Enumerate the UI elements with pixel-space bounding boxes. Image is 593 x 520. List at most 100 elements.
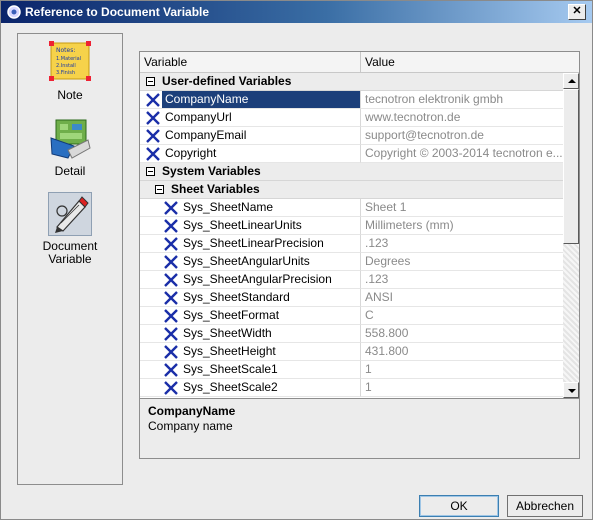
variable-x-icon <box>164 255 178 269</box>
sidebar-item-label: Detail <box>54 164 86 178</box>
column-header-value[interactable]: Value <box>361 52 579 72</box>
scroll-down-button[interactable] <box>563 382 579 398</box>
table-row[interactable]: Sys_SheetAngularPrecision .123 <box>140 271 563 289</box>
title-bar[interactable]: Reference to Document Variable ✕ <box>1 1 592 23</box>
variable-x-icon <box>146 93 160 107</box>
variable-cell[interactable]: Sys_SheetScale2 <box>140 379 361 397</box>
arrow-up-icon <box>568 79 576 83</box>
value-cell[interactable]: tecnotron elektronik gmbh <box>361 91 563 109</box>
table-row[interactable]: Sys_SheetStandard ANSI <box>140 289 563 307</box>
variable-x-icon <box>146 147 160 161</box>
variable-name: Sys_SheetLinearPrecision <box>183 236 324 250</box>
document-variable-icon <box>48 192 92 236</box>
table-row[interactable]: Sys_SheetWidth 558.800 <box>140 325 563 343</box>
variable-cell[interactable]: Sys_SheetHeight <box>140 343 361 361</box>
table-row[interactable]: CompanyEmail support@tecnotron.de <box>140 127 563 145</box>
collapse-icon[interactable] <box>146 77 155 86</box>
variable-cell[interactable]: Sys_SheetFormat <box>140 307 361 325</box>
table-row[interactable]: Copyright Copyright © 2003-2014 tecnotro… <box>140 145 563 163</box>
sidebar-item-detail[interactable]: Detail <box>18 116 122 178</box>
table-row[interactable]: Sys_SheetScale2 1 <box>140 379 563 397</box>
variable-cell[interactable]: Sys_SheetLinearUnits <box>140 217 361 235</box>
scroll-up-button[interactable] <box>563 73 579 89</box>
table-row[interactable]: CompanyUrl www.tecnotron.de <box>140 109 563 127</box>
table-row[interactable]: Sys_SheetHeight 431.800 <box>140 343 563 361</box>
value-cell[interactable]: Sheet 1 <box>361 199 563 217</box>
table-row[interactable]: Sys_SheetFormat C <box>140 307 563 325</box>
table-row[interactable]: Sys_SheetLinearUnits Millimeters (mm) <box>140 217 563 235</box>
value-cell[interactable]: Copyright © 2003-2014 tecnotron e... <box>361 145 563 163</box>
cancel-button[interactable]: Abbrechen <box>507 495 583 517</box>
description-text: Company name <box>148 419 233 433</box>
variable-name: Sys_SheetLinearUnits <box>183 218 302 232</box>
table-body: User-defined Variables CompanyName tecno… <box>140 73 563 398</box>
variable-cell[interactable]: CompanyName <box>140 91 361 109</box>
table-row[interactable]: Sys_SheetAngularUnits Degrees <box>140 253 563 271</box>
note-icon-text-4: 3.Finish <box>56 70 75 76</box>
window-title: Reference to Document Variable <box>25 5 210 19</box>
collapse-icon[interactable] <box>155 185 164 194</box>
group-label: Sheet Variables <box>171 182 260 196</box>
variable-cell[interactable]: Sys_SheetLinearPrecision <box>140 235 361 253</box>
variable-name: Sys_SheetScale1 <box>183 362 278 376</box>
value-cell[interactable]: 431.800 <box>361 343 563 361</box>
variable-x-icon <box>164 309 178 323</box>
variable-x-icon <box>164 363 178 377</box>
value-cell[interactable]: Degrees <box>361 253 563 271</box>
vertical-scrollbar[interactable] <box>563 73 579 398</box>
description-title: CompanyName <box>148 404 236 418</box>
scroll-thumb[interactable] <box>563 89 579 244</box>
variable-x-icon <box>164 381 178 395</box>
close-button[interactable]: ✕ <box>568 4 586 20</box>
sidebar-item-label: Document Variable <box>42 239 98 266</box>
category-sidebar: Notes: 1.Material 2.Install 3.Finish Not… <box>17 33 123 485</box>
value-cell[interactable]: www.tecnotron.de <box>361 109 563 127</box>
ok-button[interactable]: OK <box>419 495 499 517</box>
variable-cell[interactable]: Sys_SheetAngularPrecision <box>140 271 361 289</box>
table-row[interactable]: CompanyName tecnotron elektronik gmbh <box>140 91 563 109</box>
group-row-sheet[interactable]: Sheet Variables <box>140 181 563 199</box>
gear-icon <box>7 5 21 19</box>
variable-name: CompanyName <box>165 92 249 106</box>
table-row[interactable]: Sys_SheetLinearPrecision .123 <box>140 235 563 253</box>
variable-x-icon <box>164 345 178 359</box>
value-cell[interactable]: ANSI <box>361 289 563 307</box>
variable-cell[interactable]: CompanyEmail <box>140 127 361 145</box>
variable-cell[interactable]: Sys_SheetAngularUnits <box>140 253 361 271</box>
value-cell[interactable]: 1 <box>361 379 563 397</box>
value-cell[interactable]: 558.800 <box>361 325 563 343</box>
variable-name: Sys_SheetHeight <box>183 344 276 358</box>
variable-x-icon <box>146 129 160 143</box>
variable-x-icon <box>164 237 178 251</box>
variable-cell[interactable]: CompanyUrl <box>140 109 361 127</box>
value-cell[interactable]: 1 <box>361 361 563 379</box>
sidebar-item-label: Note <box>57 88 83 102</box>
variable-cell[interactable]: Sys_SheetName <box>140 199 361 217</box>
value-cell[interactable]: support@tecnotron.de <box>361 127 563 145</box>
value-cell[interactable]: Millimeters (mm) <box>361 217 563 235</box>
variable-name: Sys_SheetStandard <box>183 290 290 304</box>
sidebar-item-note[interactable]: Notes: 1.Material 2.Install 3.Finish Not… <box>18 40 122 102</box>
group-label: System Variables <box>162 164 261 178</box>
table-row[interactable]: Sys_SheetName Sheet 1 <box>140 199 563 217</box>
variable-name: Sys_SheetAngularPrecision <box>183 272 332 286</box>
column-header-variable[interactable]: Variable <box>140 52 361 72</box>
table-row[interactable]: Sys_SheetScale1 1 <box>140 361 563 379</box>
value-cell[interactable]: C <box>361 307 563 325</box>
group-row-system[interactable]: System Variables <box>140 163 563 181</box>
note-icon-text-3: 2.Install <box>56 63 76 69</box>
variable-name: Sys_SheetFormat <box>183 308 280 322</box>
value-cell[interactable]: .123 <box>361 271 563 289</box>
value-cell[interactable]: .123 <box>361 235 563 253</box>
variable-name: Sys_SheetWidth <box>183 326 272 340</box>
variable-cell[interactable]: Sys_SheetStandard <box>140 289 361 307</box>
variable-name: Sys_SheetScale2 <box>183 380 278 394</box>
collapse-icon[interactable] <box>146 167 155 176</box>
sidebar-item-document-variable[interactable]: Document Variable <box>18 192 122 266</box>
variable-name: Sys_SheetAngularUnits <box>183 254 310 268</box>
variable-cell[interactable]: Sys_SheetScale1 <box>140 361 361 379</box>
note-icon: Notes: 1.Material 2.Install 3.Finish <box>48 40 92 84</box>
group-row-user-defined[interactable]: User-defined Variables <box>140 73 563 91</box>
variable-cell[interactable]: Sys_SheetWidth <box>140 325 361 343</box>
variable-cell[interactable]: Copyright <box>140 145 361 163</box>
